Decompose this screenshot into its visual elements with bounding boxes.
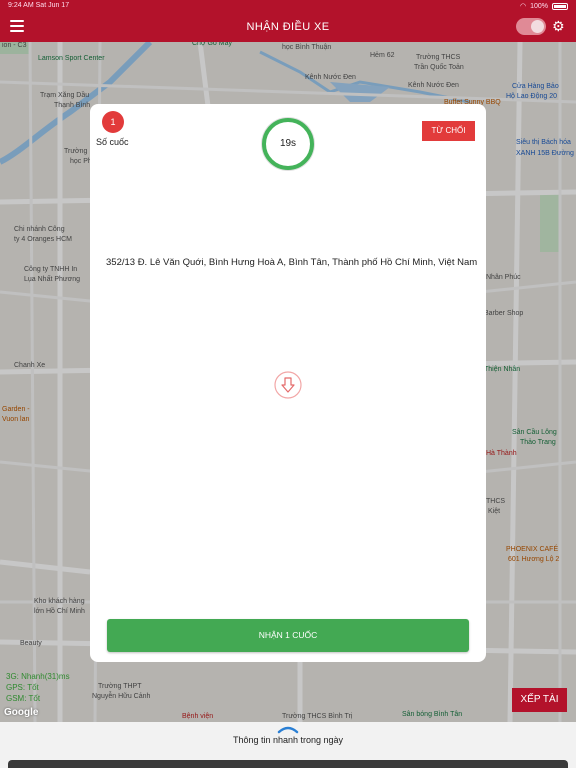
countdown-timer: 19s [262, 118, 314, 170]
ride-count-badge: 1 [102, 111, 124, 133]
bottom-bar [8, 760, 568, 768]
ride-request-dialog: 1 Số cuốc 19s TỪ CHỐI 352/13 Đ. Lê Văn Q… [90, 104, 486, 662]
network-gsm: GSM: Tốt [6, 694, 41, 703]
battery-percent: 100% [530, 2, 548, 10]
quick-info-label: Thông tin nhanh trong ngày [232, 735, 344, 745]
battery-icon [552, 2, 568, 10]
accept-ride-button[interactable]: NHẬN 1 CUỐC [107, 619, 469, 652]
page-title: NHẬN ĐIỀU XE [246, 21, 330, 33]
status-time: 9:24 AM Sat Jun 17 [8, 2, 70, 9]
reject-button[interactable]: TỪ CHỐI [422, 121, 475, 141]
network-gps: GPS: Tốt [6, 683, 39, 692]
xep-tai-button[interactable]: XẾP TÀI [512, 688, 567, 712]
online-toggle[interactable] [516, 18, 546, 35]
arrow-down-circle-icon[interactable] [273, 370, 303, 400]
chevron-up-icon[interactable] [276, 724, 300, 734]
network-3g: 3G: Nhanh(31)ms [6, 672, 70, 681]
ride-count-label: Số cuốc [96, 137, 129, 147]
status-bar: 9:24 AM Sat Jun 17 ◠ 100% [0, 0, 576, 12]
wifi-icon: ◠ [519, 3, 527, 10]
app-header: 9:24 AM Sat Jun 17 ◠ 100% NHẬN ĐIỀU XE ⚙ [0, 0, 576, 42]
gear-icon[interactable]: ⚙ [552, 18, 568, 34]
network-status: 3G: Nhanh(31)ms GPS: Tốt GSM: Tốt [6, 671, 70, 704]
google-logo: Google [4, 707, 39, 718]
quick-info-panel[interactable]: Thông tin nhanh trong ngày [0, 722, 576, 768]
status-right: ◠ 100% [520, 2, 568, 10]
pickup-address: 352/13 Đ. Lê Văn Quới, Bình Hưng Hoà A, … [106, 257, 478, 268]
